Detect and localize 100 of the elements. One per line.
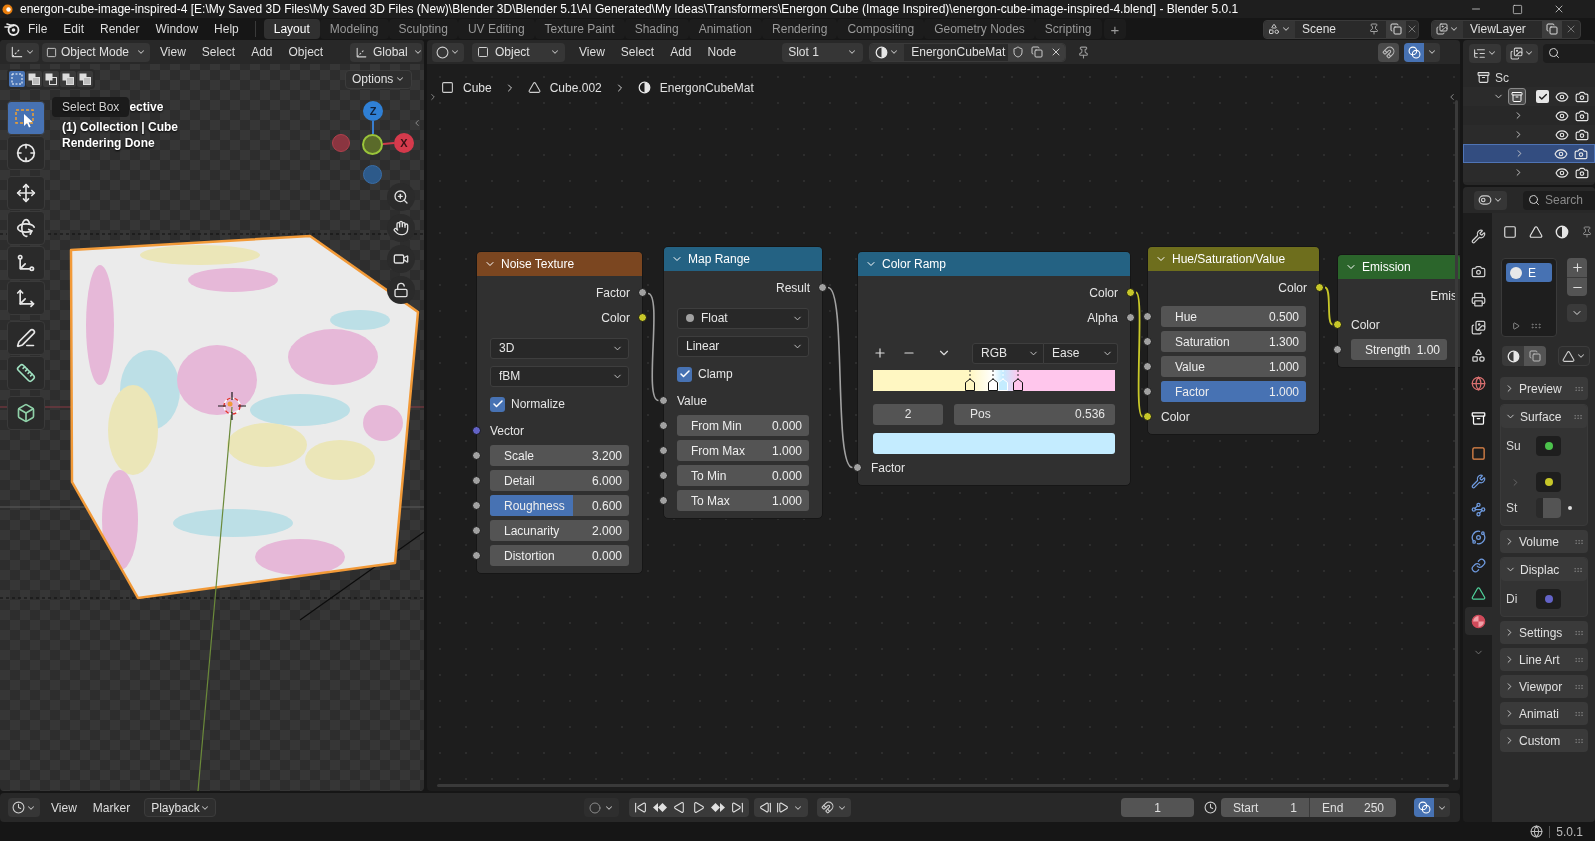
material-slot[interactable]: E	[1506, 263, 1552, 282]
menu-item[interactable]: Add	[662, 46, 700, 58]
menu-item[interactable]: File	[20, 23, 56, 35]
outliner-row[interactable]	[1463, 144, 1595, 163]
material-name-field[interactable]: EnergonCubeMat	[904, 46, 1009, 58]
socket-icon[interactable]	[638, 288, 647, 297]
playback-dropdown[interactable]: Playback	[144, 798, 217, 817]
options-dropdown[interactable]: Options	[345, 69, 412, 89]
socket-icon[interactable]	[659, 496, 668, 505]
number-field[interactable]: Lacunarity 2.000	[490, 520, 629, 541]
material-menu-button[interactable]	[870, 43, 905, 61]
panel-header[interactable]: Displac	[1501, 558, 1587, 581]
dropdown[interactable]: 3D	[490, 337, 629, 359]
editor-type-button[interactable]	[432, 42, 464, 62]
menu-item[interactable]: Select	[193, 46, 244, 58]
panel-header[interactable]: Preview	[1500, 377, 1588, 400]
node-link[interactable]	[1324, 286, 1334, 326]
square-icon[interactable]	[1503, 225, 1517, 239]
eye-icon[interactable]	[1554, 146, 1568, 161]
panel-header[interactable]: Custom	[1500, 729, 1588, 752]
maximize-icon[interactable]	[1512, 3, 1523, 15]
slider-field[interactable]: Roughness 0.600	[490, 495, 629, 516]
number-field[interactable]: Strength 1.00	[1351, 339, 1447, 360]
color-swatch[interactable]	[873, 432, 1115, 454]
crosshair-icon[interactable]	[7, 136, 45, 170]
editor-type-button[interactable]	[1474, 190, 1507, 210]
pencil-icon[interactable]	[7, 321, 45, 355]
camera-icon[interactable]	[1575, 165, 1589, 180]
pin-icon[interactable]	[1368, 23, 1380, 35]
current-frame-field[interactable]: 1	[1121, 798, 1194, 817]
menu-item[interactable]: Edit	[55, 23, 93, 35]
archive-icon[interactable]	[1508, 88, 1526, 105]
mesh-dropdown[interactable]	[1558, 346, 1590, 366]
x-axis-handle[interactable]: X	[394, 133, 414, 153]
scene-name-field[interactable]: Scene	[1295, 23, 1368, 35]
socket-icon[interactable]	[659, 446, 668, 455]
step-back-icon[interactable]	[759, 801, 773, 814]
checkbox[interactable]	[490, 396, 505, 412]
socket-icon[interactable]	[659, 471, 668, 480]
chevron-left-icon[interactable]	[412, 118, 422, 128]
workspace-tab[interactable]: UV Editing	[457, 19, 535, 39]
mode-dropdown[interactable]: Object Mode	[42, 42, 150, 62]
socket-icon[interactable]	[1143, 312, 1152, 321]
grip-icon[interactable]	[1530, 320, 1542, 332]
record-button[interactable]	[584, 798, 620, 817]
socket-icon[interactable]	[659, 421, 668, 430]
filter-button[interactable]	[1506, 43, 1538, 63]
number-field[interactable]: To Max 1.000	[677, 490, 809, 511]
number-field[interactable]: From Max 1.000	[677, 440, 809, 461]
socket-icon[interactable]	[1126, 313, 1135, 322]
panel-header[interactable]: Viewpor	[1500, 675, 1588, 698]
play-reverse-icon[interactable]	[673, 801, 687, 814]
snap-button[interactable]	[817, 798, 852, 817]
shield-icon[interactable]	[1008, 43, 1028, 61]
menu-item[interactable]: Render	[92, 23, 148, 35]
socket-icon[interactable]	[818, 283, 827, 292]
socket-icon[interactable]	[472, 551, 481, 560]
slider-field[interactable]: Factor 1.000	[1161, 381, 1306, 402]
camera-icon[interactable]	[1575, 89, 1589, 104]
socket-icon[interactable]	[1143, 412, 1152, 421]
end-frame-field[interactable]: End 250	[1309, 798, 1396, 817]
pin-icon[interactable]	[1077, 45, 1091, 59]
menu-item[interactable]: View	[152, 46, 194, 58]
menu-item[interactable]: Marker	[84, 801, 139, 814]
socket-field[interactable]	[1536, 472, 1561, 492]
socket-icon[interactable]	[472, 476, 481, 485]
skip-forward-icon[interactable]	[731, 801, 745, 814]
z-axis-handle[interactable]: Z	[363, 101, 383, 121]
workspace-tab[interactable]: Geometry Nodes	[924, 19, 1035, 39]
plus-icon[interactable]	[873, 346, 887, 360]
menu-item[interactable]: Add	[243, 46, 281, 58]
socket-icon[interactable]	[638, 313, 647, 322]
panel-header[interactable]: Settings	[1500, 621, 1588, 644]
zoom-in-icon[interactable]	[387, 183, 415, 211]
slot-dropdown[interactable]: Slot 1	[782, 42, 864, 62]
socket-icon[interactable]	[472, 451, 481, 460]
workspace-tab[interactable]: Modeling	[319, 19, 389, 39]
number-field[interactable]: Saturation 1.300	[1161, 331, 1306, 352]
overlapping-squares-icon[interactable]	[43, 71, 59, 87]
number-field[interactable]: Value 1.000	[1161, 356, 1306, 377]
close-icon[interactable]	[1553, 3, 1565, 15]
checkbox[interactable]	[1536, 90, 1549, 103]
node-link[interactable]	[1135, 291, 1144, 418]
camera-icon[interactable]	[1575, 108, 1589, 123]
color-stop-marker[interactable]	[964, 369, 975, 391]
search-field[interactable]	[1543, 43, 1595, 63]
camera-icon[interactable]	[1575, 127, 1589, 142]
menu-item[interactable]: Window	[147, 23, 207, 35]
socket-icon[interactable]	[1333, 320, 1342, 329]
number-field[interactable]: Hue 0.500	[1161, 306, 1306, 327]
color-stop-marker[interactable]	[997, 369, 1008, 391]
copy-icon[interactable]	[1542, 20, 1562, 38]
workspace-tab[interactable]: Rendering	[762, 19, 838, 39]
chevron-right-icon[interactable]	[428, 92, 438, 102]
overlapping-squares-icon[interactable]	[60, 71, 76, 87]
eye-icon[interactable]	[1555, 89, 1569, 104]
panel-header[interactable]: Volume	[1500, 530, 1588, 553]
shader-type-dropdown[interactable]: Object	[472, 42, 565, 62]
chevron-down-icon[interactable]	[1567, 304, 1587, 322]
camera-icon[interactable]	[1574, 146, 1588, 161]
